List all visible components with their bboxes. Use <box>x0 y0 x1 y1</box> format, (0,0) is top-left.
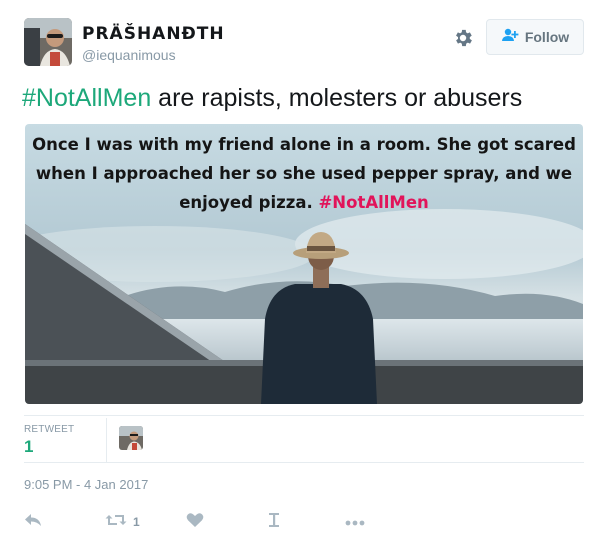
reply-icon <box>24 512 42 533</box>
divider-top <box>24 415 584 416</box>
display-name[interactable]: PRÄŠHANÐTH <box>82 24 225 44</box>
retweet-icon <box>105 512 127 533</box>
avatar[interactable] <box>24 18 72 66</box>
media-line-1: Once I was with my friend alone in a roo… <box>32 135 576 154</box>
retweet-count: 1 <box>133 515 140 529</box>
tweet-timestamp[interactable]: 9:05 PM - 4 Jan 2017 <box>24 477 148 492</box>
retweet-stat-label: RETWEET <box>24 424 75 435</box>
tweet-hashtag-link[interactable]: #NotAllMen <box>22 84 151 112</box>
reply-button[interactable] <box>24 511 42 533</box>
poll-button[interactable] <box>268 511 280 533</box>
retweet-stat-count[interactable]: 1 <box>24 437 33 457</box>
tweet-text: #NotAllMen are rapists, molesters or abu… <box>22 84 522 113</box>
tweet-media-image[interactable]: Once I was with my friend alone in a roo… <box>25 124 583 404</box>
media-line-3: enjoyed pizza. #NotAllMen <box>25 188 583 217</box>
add-user-icon <box>501 28 519 47</box>
retweeter-avatar[interactable] <box>119 426 143 450</box>
gear-icon[interactable] <box>452 27 474 49</box>
tweet-text-body: are rapists, molesters or abusers <box>151 84 523 112</box>
like-icon <box>186 512 204 533</box>
divider-bottom <box>24 462 584 463</box>
media-line-3-text: enjoyed pizza. <box>179 193 313 212</box>
more-icon <box>345 513 365 531</box>
poll-icon <box>268 512 280 533</box>
follow-button[interactable]: Follow <box>486 19 584 55</box>
media-overlay-text: Once I was with my friend alone in a roo… <box>25 130 583 217</box>
retweet-button[interactable]: 1 <box>105 511 140 533</box>
media-hashtag: #NotAllMen <box>318 193 429 212</box>
media-line-2: when I approached her so she used pepper… <box>35 164 573 183</box>
stats-separator <box>106 418 107 462</box>
user-handle[interactable]: @iequanimous <box>82 47 176 63</box>
like-button[interactable] <box>186 511 204 533</box>
follow-button-label: Follow <box>524 29 570 45</box>
more-button[interactable] <box>345 511 365 533</box>
